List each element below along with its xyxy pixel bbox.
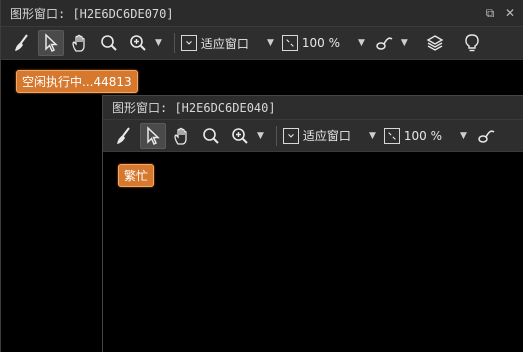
window-1-controls: ⧉ ✕ — [483, 6, 523, 21]
broom-icon[interactable] — [9, 30, 35, 56]
graph-window-2: 图形窗口: [H2E6DC6DE040] ▼ 适应窗口 ▼ 100 % ▼ 繁忙 — [102, 95, 523, 352]
search-icon[interactable] — [198, 123, 224, 149]
hand-icon[interactable] — [169, 123, 195, 149]
zoom-level-dropdown-icon[interactable]: ▼ — [460, 131, 467, 141]
broom-icon[interactable] — [111, 123, 137, 149]
restore-icon[interactable]: ⧉ — [483, 6, 497, 21]
status-badge-busy: 繁忙 — [118, 164, 155, 187]
pointer-icon[interactable] — [38, 30, 64, 56]
window-2-title: 图形窗口: [H2E6DC6DE040] — [112, 101, 276, 115]
fit-window-icon — [282, 127, 299, 144]
zoom-frame-icon — [383, 127, 400, 144]
window-1-title: 图形窗口: [H2E6DC6DE070] — [10, 6, 174, 21]
hand-icon[interactable] — [67, 30, 93, 56]
zoom-in-icon[interactable] — [125, 30, 151, 56]
shape-icon[interactable] — [473, 123, 499, 149]
fit-window-label: 适应窗口 — [200, 36, 249, 51]
window-2-toolbar: ▼ 适应窗口 ▼ 100 % ▼ — [103, 119, 523, 152]
zoom-in-dropdown-icon[interactable]: ▼ — [155, 38, 162, 48]
fit-window-icon — [180, 35, 197, 51]
shape-dropdown-icon[interactable]: ▼ — [401, 38, 408, 48]
zoom-level-combo[interactable]: 100 % ▼ — [383, 127, 475, 144]
zoom-frame-icon — [281, 35, 298, 51]
window-1-toolbar: ▼ 适应窗口 ▼ 100 % ▼ ▼ — [1, 26, 523, 60]
fit-window-label: 适应窗口 — [302, 129, 351, 143]
close-icon[interactable]: ✕ — [503, 6, 517, 20]
zoom-level-label: 100 % — [403, 128, 442, 143]
status-badge-idle: 空闲执行中...44813 — [16, 70, 138, 93]
pointer-icon[interactable] — [140, 122, 166, 149]
toolbar-divider — [275, 125, 277, 146]
zoom-level-combo[interactable]: 100 % ▼ — [281, 35, 373, 51]
fit-window-combo[interactable]: 适应窗口 ▼ — [282, 127, 384, 144]
zoom-in-icon[interactable] — [227, 123, 253, 149]
fit-window-dropdown-icon[interactable]: ▼ — [369, 131, 376, 141]
window-2-titlebar[interactable]: 图形窗口: [H2E6DC6DE040] — [103, 96, 523, 119]
zoom-level-dropdown-icon[interactable]: ▼ — [358, 38, 365, 48]
search-icon[interactable] — [96, 30, 122, 56]
window-1-titlebar[interactable]: 图形窗口: [H2E6DC6DE070] ⧉ ✕ — [1, 0, 523, 26]
toolbar-divider — [173, 33, 175, 53]
layers-icon[interactable] — [422, 30, 448, 56]
shape-icon[interactable] — [371, 30, 397, 56]
lightbulb-icon[interactable] — [459, 30, 485, 56]
zoom-level-label: 100 % — [301, 36, 340, 50]
fit-window-dropdown-icon[interactable]: ▼ — [267, 38, 274, 48]
fit-window-combo[interactable]: 适应窗口 ▼ — [180, 35, 282, 52]
zoom-in-dropdown-icon[interactable]: ▼ — [257, 131, 264, 141]
